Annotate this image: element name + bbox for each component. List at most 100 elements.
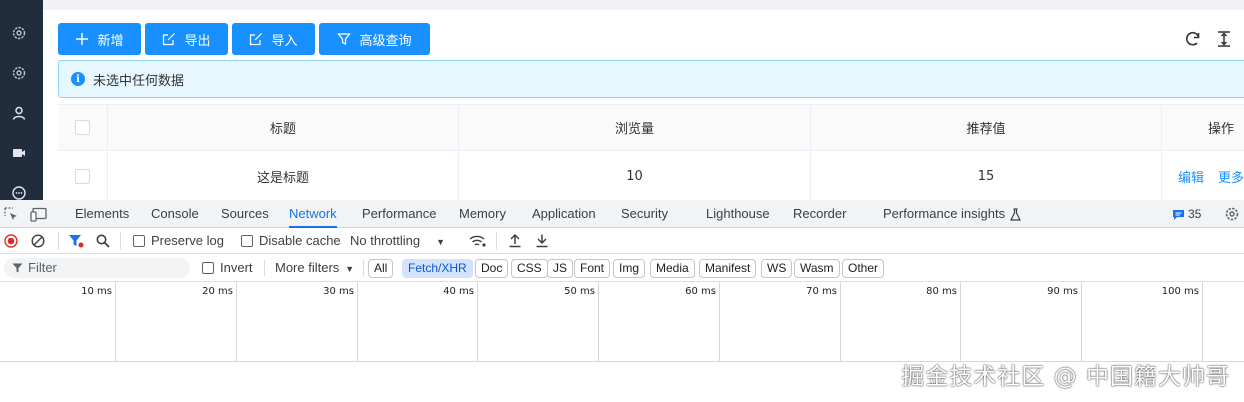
column-header-actions: 操作	[1208, 122, 1235, 137]
devtools-panel: Elements Console Sources Network Perform…	[0, 200, 1244, 402]
column-header-title[interactable]: 标题	[108, 105, 459, 150]
tick-label: 50 ms	[564, 286, 595, 297]
more-filters-label: More filters	[275, 260, 340, 275]
timeline-tick: 10 ms	[0, 282, 116, 362]
advanced-query-button[interactable]: 高级查询	[319, 23, 430, 55]
tab-application[interactable]: Application	[532, 200, 596, 228]
tab-security[interactable]: Security	[621, 200, 668, 228]
tab-sources[interactable]: Sources	[221, 200, 269, 228]
inspect-element-icon[interactable]	[4, 207, 19, 222]
filter-icon	[337, 33, 352, 45]
caret-down-icon: ▼	[436, 237, 446, 247]
device-toolbar-icon[interactable]	[30, 207, 48, 222]
row-checkbox[interactable]	[75, 169, 90, 184]
download-icon[interactable]	[535, 233, 549, 248]
cell-actions: 编辑 更多	[1162, 152, 1244, 200]
throttling-select[interactable]: No throttling ▼	[350, 228, 445, 254]
tick-label: 70 ms	[806, 286, 837, 297]
type-filter-manifest[interactable]: Manifest	[699, 259, 757, 278]
issues-count[interactable]: 35	[1188, 200, 1201, 228]
divider	[264, 260, 265, 276]
sidebar	[0, 0, 43, 200]
tick-label: 10 ms	[81, 286, 112, 297]
network-conditions-icon[interactable]	[469, 234, 487, 248]
column-header-views[interactable]: 浏览量	[459, 105, 811, 150]
disable-cache-checkbox[interactable]: Disable cache	[241, 228, 341, 254]
cell-recommend: 15	[811, 152, 1162, 200]
tab-performance[interactable]: Performance	[362, 200, 436, 228]
network-toolbar: Preserve log Disable cache No throttling…	[0, 228, 1244, 254]
preserve-log-checkbox[interactable]: Preserve log	[133, 228, 224, 254]
timeline-tick: 50 ms	[478, 282, 599, 362]
type-filter-ws[interactable]: WS	[761, 259, 793, 278]
alert-text: 未选中任何数据	[93, 73, 185, 89]
info-icon: i	[71, 72, 85, 86]
type-filter-fetch-xhr[interactable]: Fetch/XHR	[402, 259, 473, 278]
tab-performance-insights[interactable]: Performance insights	[883, 200, 1005, 228]
timeline-tick: 70 ms	[720, 282, 841, 362]
tab-network[interactable]: Network	[289, 200, 337, 228]
tick-label: 60 ms	[685, 286, 716, 297]
tab-elements[interactable]: Elements	[75, 200, 129, 228]
filter-input[interactable]: Filter	[4, 258, 190, 278]
tick-label: 90 ms	[1047, 286, 1078, 297]
edit-icon	[163, 33, 176, 46]
divider	[363, 260, 364, 276]
tab-recorder[interactable]: Recorder	[793, 200, 846, 228]
add-button[interactable]: 新增	[58, 23, 141, 55]
video-icon[interactable]	[10, 144, 28, 162]
upload-icon[interactable]	[508, 233, 522, 248]
export-button[interactable]: 导出	[145, 23, 228, 55]
filter-funnel-icon[interactable]	[68, 234, 84, 248]
timeline-tick: 90 ms	[961, 282, 1082, 362]
clear-icon[interactable]	[31, 234, 45, 248]
type-filter-js[interactable]: JS	[547, 259, 574, 278]
type-filter-css[interactable]: CSS	[511, 259, 548, 278]
gear-icon[interactable]	[10, 24, 28, 42]
record-stop-icon[interactable]	[4, 234, 18, 248]
select-all-checkbox[interactable]	[75, 120, 90, 135]
type-filter-font[interactable]: Font	[574, 259, 611, 278]
divider	[58, 232, 59, 250]
divider	[496, 232, 497, 250]
tab-lighthouse[interactable]: Lighthouse	[706, 200, 770, 228]
more-link[interactable]: 更多	[1218, 167, 1244, 186]
filter-small-icon	[12, 263, 23, 273]
tab-memory[interactable]: Memory	[459, 200, 506, 228]
network-timeline-overview[interactable]: 10 ms 20 ms 30 ms 40 ms 50 ms 60 ms 70 m…	[0, 282, 1244, 362]
invert-checkbox[interactable]: Invert	[202, 255, 253, 281]
selection-alert: i 未选中任何数据	[58, 60, 1244, 98]
timeline-tick: 20 ms	[116, 282, 237, 362]
timeline-tick: 60 ms	[599, 282, 720, 362]
timeline-tick: 30 ms	[237, 282, 358, 362]
settings-gear-icon[interactable]	[1224, 206, 1240, 222]
cell-title: 这是标题	[108, 152, 459, 200]
network-filter-bar: Filter Invert More filters ▼ All Fetch/XH…	[0, 254, 1244, 282]
timeline-tick: 100 ms	[1082, 282, 1203, 362]
tab-console[interactable]: Console	[151, 200, 199, 228]
caret-down-icon: ▼	[345, 264, 355, 274]
issues-icon[interactable]	[1172, 209, 1185, 221]
type-filter-doc[interactable]: Doc	[475, 259, 509, 278]
tick-label: 40 ms	[443, 286, 474, 297]
plus-icon	[76, 33, 89, 45]
type-filter-media[interactable]: Media	[650, 259, 695, 278]
type-filter-wasm[interactable]: Wasm	[794, 259, 840, 278]
search-icon[interactable]	[96, 234, 110, 248]
type-filter-img[interactable]: Img	[613, 259, 646, 278]
more-filters-dropdown[interactable]: More filters ▼	[275, 255, 354, 281]
column-height-icon[interactable]	[1214, 29, 1234, 49]
type-filter-all[interactable]: All	[368, 259, 394, 278]
invert-label: Invert	[220, 260, 253, 275]
flask-icon	[1010, 208, 1021, 221]
advanced-query-button-label: 高级查询	[359, 33, 412, 49]
user-icon[interactable]	[10, 104, 28, 122]
gear-icon[interactable]	[10, 64, 28, 82]
edit-link[interactable]: 编辑	[1178, 167, 1204, 186]
import-button[interactable]: 导入	[232, 23, 315, 55]
export-button-label: 导出	[184, 33, 211, 49]
refresh-icon[interactable]	[1183, 29, 1203, 49]
app-main: 新增 导出 导入 高级查询 i 未选中任何数据 标题 浏览量 推荐值 操作 这是…	[43, 0, 1244, 200]
column-header-recommend[interactable]: 推荐值	[811, 105, 1162, 150]
type-filter-other[interactable]: Other	[842, 259, 885, 278]
